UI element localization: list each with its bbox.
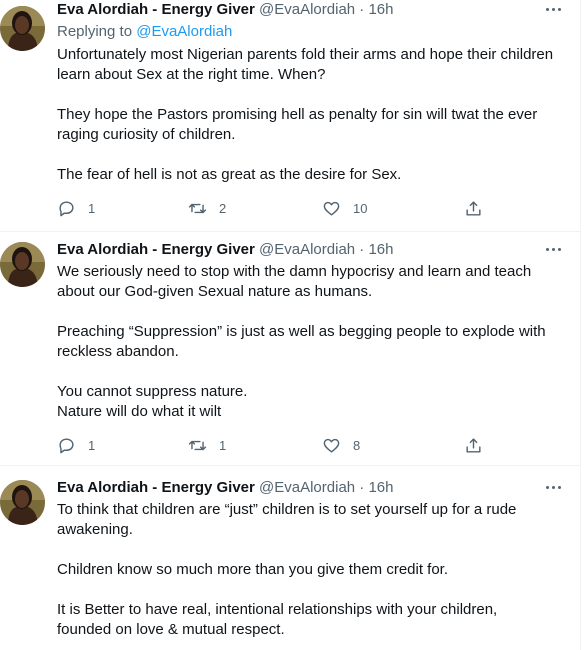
like-count: 8: [353, 437, 361, 453]
like-button[interactable]: 8: [322, 435, 360, 455]
tweet-line: Preaching “Suppression” is just as well …: [57, 323, 546, 340]
tweet-line: We seriously need to stop with the damn …: [57, 263, 532, 280]
like-button[interactable]: 10: [322, 198, 367, 218]
retweet-button[interactable]: 1: [188, 435, 226, 455]
tweet-line: raging curiosity of children.: [57, 126, 236, 143]
avatar[interactable]: [0, 242, 45, 287]
tweet-text: We seriously need to stop with the damn …: [57, 262, 567, 422]
reply-icon: [59, 437, 74, 453]
author-name[interactable]: Eva Alordiah - Energy Giver: [57, 1, 255, 18]
retweet-count: 1: [219, 437, 227, 453]
reply-button[interactable]: 1: [57, 435, 95, 455]
share-button[interactable]: [464, 198, 483, 218]
tweet-text: Unfortunately most Nigerian parents fold…: [57, 45, 567, 185]
share-icon: [466, 200, 481, 216]
tweet-line: learn about Sex at the right time. When?: [57, 66, 326, 83]
tweet-2[interactable]: Eva Alordiah - Energy Giver @EvaAlordiah…: [0, 240, 580, 462]
tweet-text: To think that children are “just” childr…: [57, 500, 567, 640]
retweet-button[interactable]: 2: [188, 198, 226, 218]
share-icon: [466, 437, 481, 453]
tweet-header: Eva Alordiah - Energy Giver @EvaAlordiah…: [57, 0, 394, 20]
tweet-divider: [0, 465, 580, 466]
separator: ·: [359, 241, 365, 258]
more-icon[interactable]: [538, 478, 568, 498]
tweet-line: Unfortunately most Nigerian parents fold…: [57, 46, 554, 63]
tweet-line: To think that children are “just” childr…: [57, 501, 517, 518]
tweet-line: They hope the Pastors promising hell as …: [57, 106, 538, 123]
replying-to: Replying to @EvaAlordiah: [57, 22, 232, 42]
author-handle[interactable]: @EvaAlordiah: [259, 241, 355, 258]
tweet-line: You cannot suppress nature.: [57, 383, 248, 400]
author-handle[interactable]: @EvaAlordiah: [259, 479, 355, 496]
share-button[interactable]: [464, 435, 483, 455]
tweet-line: reckless abandon.: [57, 343, 179, 360]
retweet-icon: [188, 440, 207, 450]
author-handle[interactable]: @EvaAlordiah: [259, 1, 355, 18]
tweet-3[interactable]: Eva Alordiah - Energy Giver @EvaAlordiah…: [0, 478, 580, 650]
reply-button[interactable]: 1: [57, 198, 95, 218]
replying-to-link[interactable]: @EvaAlordiah: [136, 23, 232, 40]
retweet-icon: [188, 203, 207, 213]
tweet-line: Children know so much more than you give…: [57, 561, 449, 578]
timestamp[interactable]: 16h: [368, 479, 393, 496]
author-name[interactable]: Eva Alordiah - Energy Giver: [57, 479, 255, 496]
separator: ·: [359, 479, 365, 496]
tweet-line: awakening.: [57, 521, 133, 538]
tweet-line: founded on love & mutual respect.: [57, 621, 285, 638]
reply-icon: [59, 200, 74, 216]
like-count: 10: [353, 200, 368, 216]
timeline-border: [580, 0, 581, 650]
separator: ·: [359, 1, 365, 18]
tweet-line: It is Better to have real, intentional r…: [57, 601, 498, 618]
reply-count: 1: [88, 200, 96, 216]
tweet-header: Eva Alordiah - Energy Giver @EvaAlordiah…: [57, 478, 394, 498]
tweet-header: Eva Alordiah - Energy Giver @EvaAlordiah…: [57, 240, 394, 260]
avatar[interactable]: [0, 480, 45, 525]
tweet-1[interactable]: Eva Alordiah - Energy Giver @EvaAlordiah…: [0, 0, 580, 230]
tweet-divider: [0, 231, 580, 232]
like-icon: [323, 201, 340, 216]
retweet-count: 2: [219, 200, 227, 216]
avatar[interactable]: [0, 6, 45, 51]
tweet-line: The fear of hell is not as great as the …: [57, 166, 402, 183]
reply-count: 1: [88, 437, 96, 453]
replying-prefix: Replying to: [57, 23, 133, 40]
like-icon: [323, 438, 340, 453]
tweet-line: Nature will do what it wilt: [57, 403, 222, 420]
more-icon[interactable]: [538, 240, 568, 260]
timestamp[interactable]: 16h: [368, 241, 393, 258]
timestamp[interactable]: 16h: [368, 1, 393, 18]
tweet-line: about our God-given Sexual nature as hum…: [57, 283, 373, 300]
more-icon[interactable]: [538, 0, 568, 20]
author-name[interactable]: Eva Alordiah - Energy Giver: [57, 241, 255, 258]
